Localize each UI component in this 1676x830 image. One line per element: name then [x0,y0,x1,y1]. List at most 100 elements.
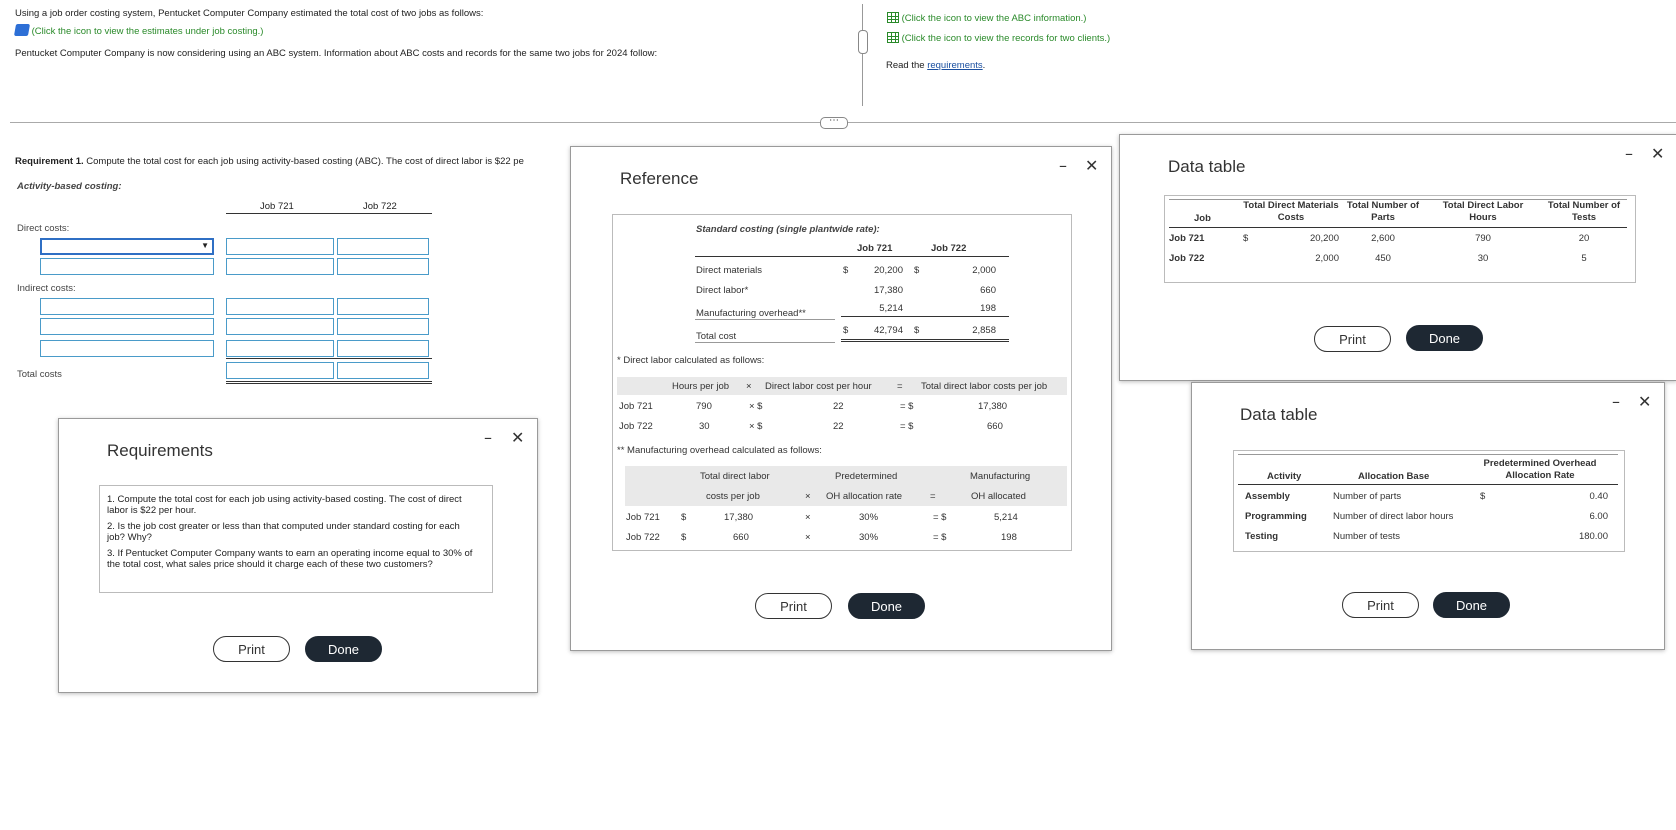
indirect-cost-722-1[interactable] [337,298,429,315]
header-parts: Total Number of Parts [1346,200,1420,223]
print-button[interactable]: Print [755,593,832,619]
minimize-icon[interactable]: – [1625,144,1633,163]
header-times: × [746,381,752,392]
total-rule-1 [226,381,432,382]
records-link[interactable]: (Click the icon to view the records for … [887,32,1110,44]
value: 5,214 [879,303,903,314]
abc-info-link[interactable]: (Click the icon to view the ABC informat… [887,12,1086,24]
header-manufacturing: Manufacturing [970,471,1031,482]
done-button[interactable]: Done [848,593,925,619]
requirements-modal: Requirements – ✕ 1. Compute the total co… [58,418,538,693]
rate-value: 6.00 [1589,511,1609,522]
base-value: Number of direct labor hours [1333,511,1454,522]
print-button[interactable]: Print [213,636,290,662]
minimize-icon[interactable]: – [1059,156,1067,175]
table-icon[interactable] [887,12,899,23]
rate-value: 180.00 [1578,531,1608,542]
minimize-icon[interactable]: – [1612,392,1620,411]
read-prefix: Read the [886,60,928,71]
direct-cost-721-1[interactable] [226,238,334,255]
equals-dollar: = $ [933,532,947,543]
alloc-value: 198 [1001,532,1017,543]
total-cost-721[interactable] [226,362,334,379]
records-link-text[interactable]: (Click the icon to view the records for … [902,33,1111,44]
direct-cost-722-2[interactable] [337,258,429,275]
header-predetermined: Predetermined [835,471,898,482]
equals-dollar: = $ [933,512,947,523]
indirect-cost-select-2[interactable] [40,318,214,335]
direct-cost-721-2[interactable] [226,258,334,275]
requirements-link[interactable]: requirements [927,60,982,71]
print-button[interactable]: Print [1342,592,1419,618]
activity-label: Testing [1245,531,1279,542]
rule [695,319,835,320]
times: × [805,532,811,543]
base-value: Number of parts [1333,491,1402,502]
value: 2,858 [972,325,996,336]
chevron-down-icon[interactable]: ▼ [201,241,209,250]
value: 660 [980,285,996,296]
requirement-item: 1. Compute the total cost for each job u… [107,494,462,516]
total-cost-722[interactable] [337,362,429,379]
currency-symbol: $ [914,325,920,336]
modal-title: Reference [620,169,699,188]
abc-info-link-text[interactable]: (Click the icon to view the ABC informat… [902,13,1087,24]
print-button[interactable]: Print [1314,326,1391,352]
header-times: × [805,491,811,502]
done-button[interactable]: Done [305,636,382,662]
column-job-721: Job 721 [857,243,893,254]
indirect-cost-select-1[interactable] [40,298,214,315]
currency-symbol: $ [681,532,687,543]
rule [1238,484,1618,485]
close-icon[interactable]: ✕ [1085,156,1098,175]
times-dollar: × $ [749,421,763,432]
currency-symbol: $ [914,265,920,276]
done-button[interactable]: Done [1406,325,1483,351]
header-labor-hours: Total Direct Labor Hours [1442,200,1524,223]
estimates-link-text[interactable]: (Click the icon to view the estimates un… [32,26,264,37]
direct-labor-note: * Direct labor calculated as follows: [617,355,765,366]
close-icon[interactable]: ✕ [511,428,524,447]
table-icon[interactable] [887,32,899,43]
minimize-icon[interactable]: – [484,428,492,447]
divider-handle[interactable] [858,30,868,54]
job-label: Job 722 [619,421,653,432]
total-costs-label: Total costs [17,369,62,380]
hours-value: 790 [696,401,712,412]
close-icon[interactable]: ✕ [1651,144,1664,163]
indirect-cost-722-2[interactable] [337,318,429,335]
indirect-cost-721-1[interactable] [226,298,334,315]
indirect-costs-label: Indirect costs: [17,283,76,294]
indirect-cost-721-3[interactable] [226,340,334,357]
direct-cost-722-1[interactable] [337,238,429,255]
currency-symbol: $ [1243,233,1249,244]
header-costs-per-job: costs per job [706,491,760,502]
done-button[interactable]: Done [1433,592,1510,618]
indirect-cost-722-3[interactable] [337,340,429,357]
direct-cost-select-2[interactable] [40,258,214,275]
read-requirements: Read the requirements. [886,60,985,71]
indirect-cost-select-3[interactable] [40,340,214,357]
header-oh-allocated: OH allocated [971,491,1026,502]
job-label: Job 721 [619,401,653,412]
overhead-note: ** Manufacturing overhead calculated as … [617,445,822,456]
vertical-divider [862,4,863,106]
value: 20,200 [873,265,903,276]
modal-title: Data table [1240,405,1318,424]
problem-line-2: Pentucket Computer Company is now consid… [15,48,658,59]
rate-value: 22 [833,401,844,412]
splitter-handle[interactable]: ⋯ [820,116,848,129]
hours-value: 790 [1475,233,1491,244]
activities-table: Activity Allocation Base Predetermined O… [1233,450,1625,552]
indirect-cost-721-2[interactable] [226,318,334,335]
close-icon[interactable]: ✕ [1638,392,1651,411]
value: 17,380 [873,285,903,296]
equals-dollar: = $ [900,401,914,412]
total-value: 17,380 [978,401,1008,412]
value: 2,000 [972,265,996,276]
tests-value: 20 [1578,233,1590,244]
direct-cost-select-1[interactable]: ▼ [40,238,214,255]
book-icon[interactable] [13,24,31,36]
estimates-link[interactable]: (Click the icon to view the estimates un… [13,24,264,37]
rate-value: 30% [859,532,879,543]
